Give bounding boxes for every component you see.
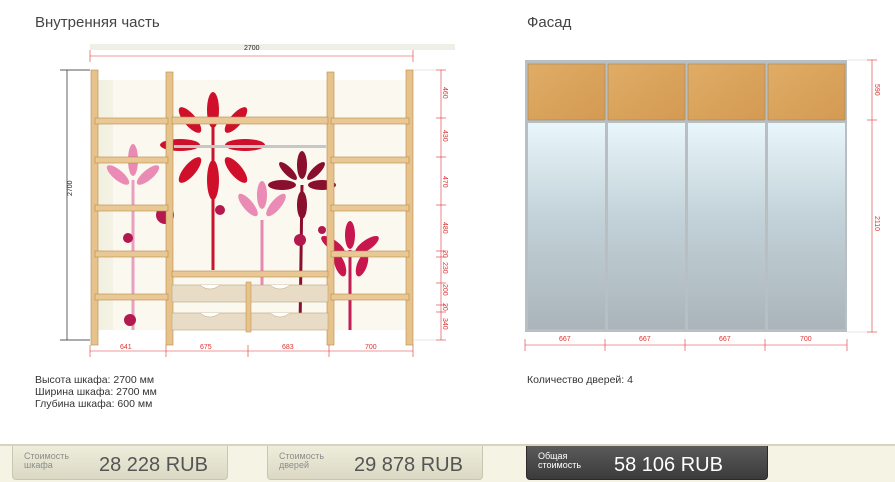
facade-mirror-dim: 2110 [873, 216, 880, 232]
spec-width: Ширина шкафа: 2700 мм [35, 386, 157, 398]
bottom-dim-1: 641 [120, 344, 132, 351]
total-price-button[interactable]: Общая стоимость 58 106 RUB [526, 446, 768, 480]
inner-height-dim: 2700 [67, 180, 74, 196]
shelf-dim-5: 20 [441, 250, 448, 258]
inner-section-title: Внутренняя часть [35, 14, 160, 31]
facade-dim-1: 667 [559, 336, 571, 343]
shelf-dim-3: 470 [441, 176, 448, 188]
wardrobe-specs: Высота шкафа: 2700 мм Ширина шкафа: 2700… [35, 374, 157, 410]
shelf-dim-6: 230 [441, 262, 448, 274]
shelf-dim-1: 460 [441, 87, 448, 99]
shelf-dim-7: 200 [441, 284, 448, 296]
inner-width-dim: 2700 [244, 45, 260, 52]
shelf-dim-2: 430 [441, 130, 448, 142]
total-price-label: Общая стоимость [538, 452, 581, 470]
doors-price-value: 29 878 RUB [354, 454, 463, 476]
bottom-dim-3: 683 [282, 344, 294, 351]
shelf-dim-8: 20 [441, 303, 448, 311]
doors-price-button[interactable]: Стоимость дверей 29 878 RUB [267, 446, 483, 480]
wardrobe-price-label: Стоимость шкафа [24, 452, 69, 470]
bottom-dim-4: 700 [365, 344, 377, 351]
doors-price-label: Стоимость дверей [279, 452, 324, 470]
bottom-dim-2: 675 [200, 344, 212, 351]
shelf-dim-9: 340 [441, 318, 448, 330]
facade-drawing [524, 59, 877, 351]
spec-depth: Глубина шкафа: 600 мм [35, 398, 153, 410]
total-price-label-line2: стоимость [538, 460, 582, 470]
wardrobe-price-value: 28 228 RUB [99, 454, 208, 476]
door-count: Количество дверей: 4 [527, 374, 633, 386]
total-price-value: 58 106 RUB [614, 454, 723, 476]
configurator-panel: Внутренняя часть Фасад 2700 2700 460 430… [0, 0, 895, 446]
facade-dim-3: 667 [719, 336, 731, 343]
inner-wardrobe-drawing [60, 44, 455, 357]
facade-dim-2: 667 [639, 336, 651, 343]
spec-height: Высота шкафа: 2700 мм [35, 374, 155, 386]
wardrobe-price-button[interactable]: Стоимость шкафа 28 228 RUB [12, 446, 228, 480]
wardrobe-price-label-line2: шкафа [24, 460, 53, 470]
doors-price-label-line2: дверей [279, 460, 309, 470]
facade-top-dim: 590 [873, 84, 880, 96]
facade-section-title: Фасад [527, 14, 572, 31]
shelf-dim-4: 480 [441, 222, 448, 234]
facade-dim-4: 700 [800, 336, 812, 343]
